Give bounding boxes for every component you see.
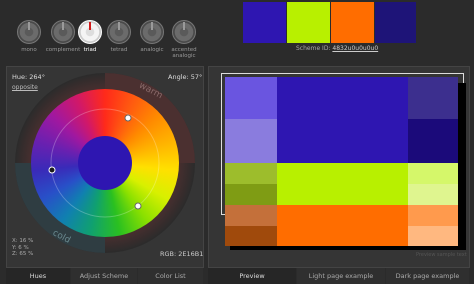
tab-color-list[interactable]: Color List — [138, 267, 203, 284]
scheme-type-icon — [172, 20, 196, 44]
color-wheel[interactable] — [14, 72, 196, 254]
scheme-id-label: Scheme ID: — [296, 45, 331, 52]
preview-swatch — [408, 119, 458, 163]
scheme-type-label: mono — [21, 47, 37, 53]
preview-swatch — [225, 163, 277, 184]
preview-swatch — [225, 119, 277, 163]
tab-light-page[interactable]: Light page example — [297, 267, 385, 284]
preview-swatch — [225, 184, 277, 205]
preview-swatch — [408, 77, 458, 119]
scheme-type-tetrad[interactable]: tetrad — [101, 20, 137, 53]
swatch-secondary — [287, 2, 330, 43]
scheme-id: Scheme ID: 4832u0u0u0u0 — [296, 45, 378, 52]
scheme-type-accented-analogic[interactable]: accented analogic — [166, 20, 202, 59]
wheel-handle-secondary — [134, 202, 142, 210]
preview-swatch — [277, 77, 408, 163]
preview-swatch — [277, 163, 408, 205]
preview-swatch — [225, 77, 277, 119]
preview-swatch — [408, 205, 458, 226]
scheme-id-link[interactable]: 4832u0u0u0u0 — [332, 45, 378, 52]
scheme-type-label: accented analogic — [171, 47, 197, 59]
scheme-type-icon — [78, 20, 102, 44]
rgb-readout: RGB: 2E16B1 — [160, 250, 203, 258]
preview-swatch — [277, 205, 408, 246]
scheme-type-icon — [140, 20, 164, 44]
rgb-value: 2E16B1 — [178, 250, 204, 258]
preview-swatch — [225, 226, 277, 246]
scheme-type-mono[interactable]: mono — [11, 20, 47, 53]
tab-adjust-scheme[interactable]: Adjust Scheme — [71, 267, 137, 284]
preview-swatch — [408, 184, 458, 205]
xyz-readout: X: 16 % Y: 6 % Z: 65 % — [12, 238, 34, 257]
tab-hues[interactable]: Hues — [6, 267, 70, 284]
scheme-type-analogic[interactable]: analogic — [134, 20, 170, 53]
preview-swatch — [225, 205, 277, 226]
preview-swatch — [408, 163, 458, 184]
scheme-type-icon — [17, 20, 41, 44]
swatch-tertiary — [331, 2, 374, 43]
wheel-handle-tertiary — [124, 114, 132, 122]
scheme-type-label: analogic — [140, 47, 164, 53]
tab-preview[interactable]: Preview — [208, 267, 296, 284]
tab-dark-page[interactable]: Dark page example — [386, 267, 469, 284]
scheme-type-icon — [107, 20, 131, 44]
wheel-handle-primary — [48, 166, 56, 174]
scheme-type-label: tetrad — [110, 47, 128, 53]
swatch-primary — [243, 2, 286, 43]
preview-watermark: Preview sample text — [416, 252, 467, 258]
swatch-complement — [375, 2, 416, 43]
preview-swatch — [408, 226, 458, 246]
rgb-label: RGB: — [160, 250, 177, 258]
